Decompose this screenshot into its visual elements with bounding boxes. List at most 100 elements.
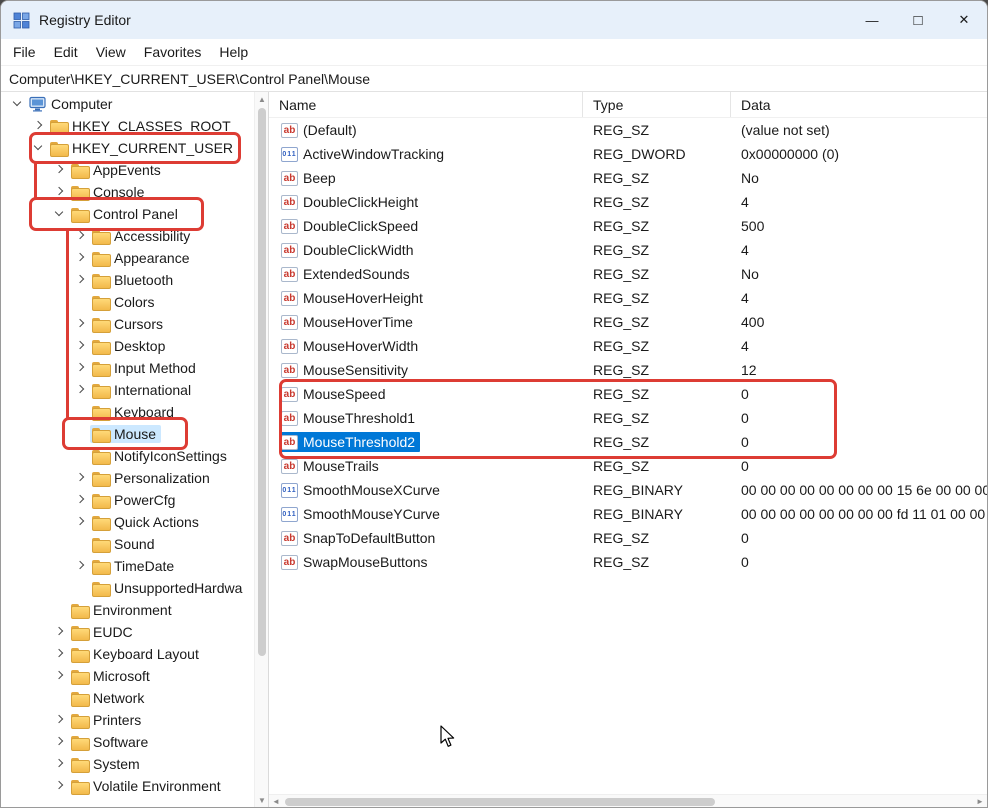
tree-item-appevents[interactable]: AppEvents — [1, 159, 253, 181]
registry-value-row-swapmousebuttons[interactable]: ab SwapMouseButtons REG_SZ 0 — [269, 550, 987, 574]
tree-item-notifyiconsettings[interactable]: NotifyIconSettings — [1, 445, 253, 467]
tree-item-console[interactable]: Console — [1, 181, 253, 203]
tree-item-hkey-classes-root[interactable]: HKEY_CLASSES_ROOT — [1, 115, 253, 137]
chevron-right-icon[interactable] — [72, 272, 90, 288]
tree-item-unsupportedhardwa[interactable]: UnsupportedHardwa — [1, 577, 253, 599]
tree-item-volatile-environment[interactable]: Volatile Environment — [1, 775, 253, 797]
chevron-right-icon[interactable] — [51, 712, 69, 728]
menu-view[interactable]: View — [87, 39, 135, 65]
list-scrollbar-thumb[interactable] — [285, 798, 715, 806]
chevron-right-icon[interactable] — [51, 646, 69, 662]
chevron-right-icon[interactable] — [51, 162, 69, 178]
folder-icon — [92, 296, 109, 309]
menu-help[interactable]: Help — [210, 39, 257, 65]
tree-item-quick-actions[interactable]: Quick Actions — [1, 511, 253, 533]
registry-value-row-smoothmouseycurve[interactable]: 011 SmoothMouseYCurve REG_BINARY 00 00 0… — [269, 502, 987, 526]
tree-item-printers[interactable]: Printers — [1, 709, 253, 731]
tree-item-eudc[interactable]: EUDC — [1, 621, 253, 643]
tree-item-network[interactable]: Network — [1, 687, 253, 709]
tree-item-environment[interactable]: Environment — [1, 599, 253, 621]
tree-vertical-scrollbar[interactable]: ▲ ▼ — [254, 92, 268, 807]
registry-value-row-doubleclickheight[interactable]: ab DoubleClickHeight REG_SZ 4 — [269, 190, 987, 214]
chevron-right-icon[interactable] — [51, 184, 69, 200]
tree-item-hkey-current-user[interactable]: HKEY_CURRENT_USER — [1, 137, 253, 159]
registry-value-row-mousehoverheight[interactable]: ab MouseHoverHeight REG_SZ 4 — [269, 286, 987, 310]
chevron-down-icon[interactable] — [9, 96, 27, 112]
chevron-right-icon[interactable] — [72, 470, 90, 486]
maximize-button[interactable]: □ — [895, 1, 941, 39]
registry-value-row-mousesensitivity[interactable]: ab MouseSensitivity REG_SZ 12 — [269, 358, 987, 382]
chevron-right-icon[interactable] — [72, 316, 90, 332]
chevron-down-icon[interactable] — [30, 140, 48, 156]
tree-item-system[interactable]: System — [1, 753, 253, 775]
registry-value-row-activewindowtracking[interactable]: 011 ActiveWindowTracking REG_DWORD 0x000… — [269, 142, 987, 166]
chevron-right-icon[interactable] — [30, 118, 48, 134]
tree-item-timedate[interactable]: TimeDate — [1, 555, 253, 577]
tree-item-input-method[interactable]: Input Method — [1, 357, 253, 379]
tree-item-microsoft[interactable]: Microsoft — [1, 665, 253, 687]
tree-item-software[interactable]: Software — [1, 731, 253, 753]
menu-edit[interactable]: Edit — [45, 39, 87, 65]
registry-value-row-mousespeed[interactable]: ab MouseSpeed REG_SZ 0 — [269, 382, 987, 406]
registry-value-row-mousetrails[interactable]: ab MouseTrails REG_SZ 0 — [269, 454, 987, 478]
registry-value-row-doubleclickwidth[interactable]: ab DoubleClickWidth REG_SZ 4 — [269, 238, 987, 262]
tree-item-mouse[interactable]: Mouse — [1, 423, 253, 445]
registry-value-row-smoothmousexcurve[interactable]: 011 SmoothMouseXCurve REG_BINARY 00 00 0… — [269, 478, 987, 502]
tree-item-keyboard-layout[interactable]: Keyboard Layout — [1, 643, 253, 665]
registry-value-row-doubleclickspeed[interactable]: ab DoubleClickSpeed REG_SZ 500 — [269, 214, 987, 238]
chevron-right-icon[interactable] — [72, 382, 90, 398]
tree-item-control-panel[interactable]: Control Panel — [1, 203, 253, 225]
chevron-right-icon[interactable] — [72, 558, 90, 574]
tree-item-powercfg[interactable]: PowerCfg — [1, 489, 253, 511]
menu-file[interactable]: File — [4, 39, 45, 65]
scroll-right-icon[interactable]: ► — [973, 795, 987, 807]
list-horizontal-scrollbar[interactable]: ◄ ► — [269, 794, 987, 807]
column-header-name[interactable]: Name — [269, 92, 583, 117]
chevron-right-icon[interactable] — [72, 514, 90, 530]
registry-value-row-mousethreshold1[interactable]: ab MouseThreshold1 REG_SZ 0 — [269, 406, 987, 430]
tree-item-label: Quick Actions — [114, 514, 199, 530]
close-button[interactable]: ✕ — [941, 1, 987, 39]
tree-item-international[interactable]: International — [1, 379, 253, 401]
column-header-type[interactable]: Type — [583, 92, 731, 117]
chevron-right-icon[interactable] — [72, 228, 90, 244]
tree-item-appearance[interactable]: Appearance — [1, 247, 253, 269]
column-header-data[interactable]: Data — [731, 92, 987, 117]
chevron-right-icon[interactable] — [51, 778, 69, 794]
chevron-right-icon[interactable] — [72, 360, 90, 376]
address-bar[interactable]: Computer\HKEY_CURRENT_USER\Control Panel… — [1, 65, 987, 92]
tree-item-bluetooth[interactable]: Bluetooth — [1, 269, 253, 291]
scroll-down-icon[interactable]: ▼ — [255, 793, 269, 807]
chevron-right-icon[interactable] — [51, 734, 69, 750]
tree-item-accessibility[interactable]: Accessibility — [1, 225, 253, 247]
menu-favorites[interactable]: Favorites — [135, 39, 211, 65]
registry-app-icon — [13, 12, 30, 29]
tree-item-computer[interactable]: Computer — [1, 93, 253, 115]
chevron-right-icon[interactable] — [72, 492, 90, 508]
tree-scrollbar-thumb[interactable] — [258, 108, 266, 656]
tree-item-keyboard[interactable]: Keyboard — [1, 401, 253, 423]
tree-item-label: NotifyIconSettings — [114, 448, 227, 464]
chevron-right-icon[interactable] — [51, 756, 69, 772]
chevron-right-icon[interactable] — [51, 624, 69, 640]
tree-item-colors[interactable]: Colors — [1, 291, 253, 313]
registry-value-row--default-[interactable]: ab (Default) REG_SZ (value not set) — [269, 118, 987, 142]
scroll-up-icon[interactable]: ▲ — [255, 92, 269, 106]
registry-value-row-snaptodefaultbutton[interactable]: ab SnapToDefaultButton REG_SZ 0 — [269, 526, 987, 550]
value-name: DoubleClickWidth — [303, 242, 413, 258]
registry-value-row-mousehovertime[interactable]: ab MouseHoverTime REG_SZ 400 — [269, 310, 987, 334]
scroll-left-icon[interactable]: ◄ — [269, 795, 283, 807]
tree-item-sound[interactable]: Sound — [1, 533, 253, 555]
chevron-right-icon[interactable] — [51, 668, 69, 684]
registry-value-row-beep[interactable]: ab Beep REG_SZ No — [269, 166, 987, 190]
minimize-button[interactable]: — — [849, 1, 895, 39]
chevron-right-icon[interactable] — [72, 250, 90, 266]
registry-value-row-extendedsounds[interactable]: ab ExtendedSounds REG_SZ No — [269, 262, 987, 286]
registry-value-row-mousehoverwidth[interactable]: ab MouseHoverWidth REG_SZ 4 — [269, 334, 987, 358]
tree-item-cursors[interactable]: Cursors — [1, 313, 253, 335]
tree-item-desktop[interactable]: Desktop — [1, 335, 253, 357]
chevron-down-icon[interactable] — [51, 206, 69, 222]
registry-value-row-mousethreshold2[interactable]: ab MouseThreshold2 REG_SZ 0 — [269, 430, 987, 454]
tree-item-personalization[interactable]: Personalization — [1, 467, 253, 489]
chevron-right-icon[interactable] — [72, 338, 90, 354]
